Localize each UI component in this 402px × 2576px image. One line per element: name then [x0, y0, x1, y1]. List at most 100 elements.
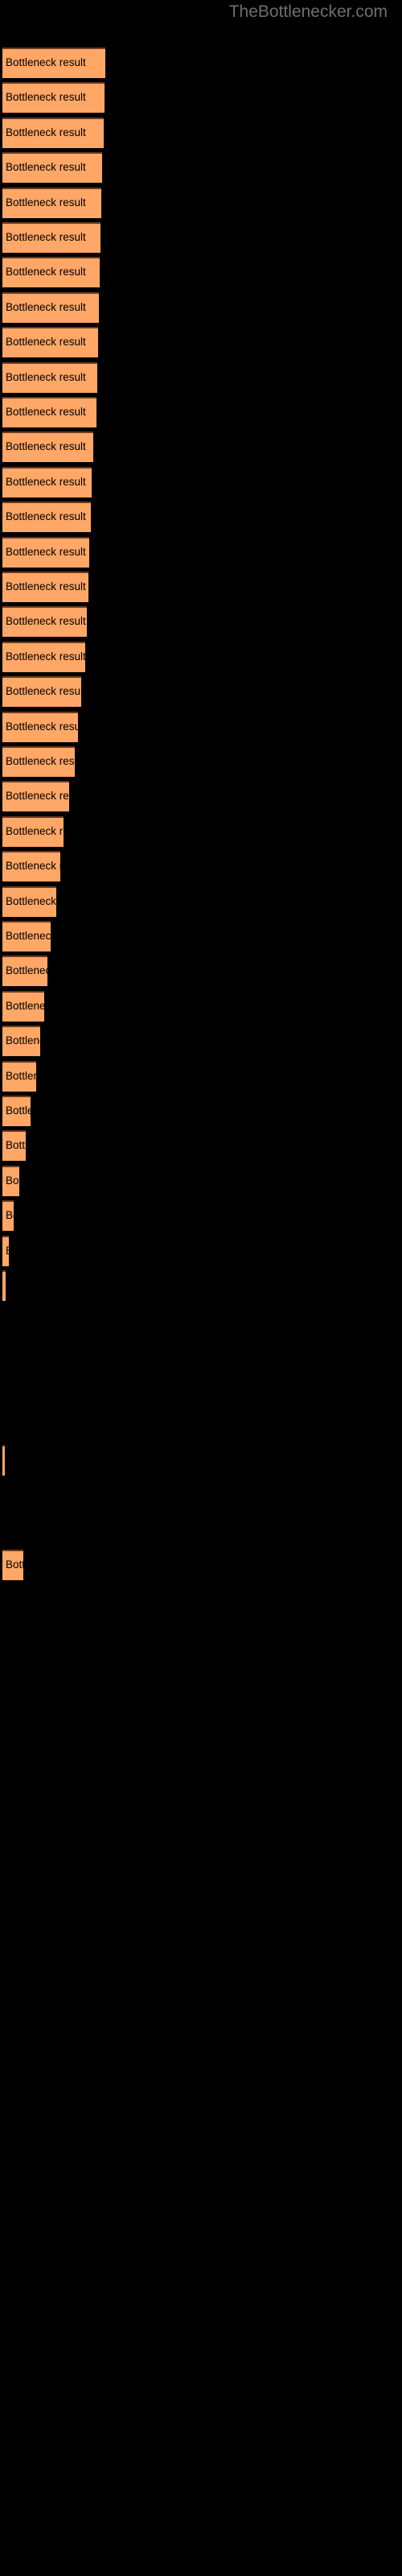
bar-label-clip: Bottleneck result [2, 1130, 26, 1161]
bar-label-clip: Bottleneck result [2, 956, 47, 986]
chart-bars-layer: Bottleneck result Bottleneck result Bottle… [0, 0, 402, 2576]
bar-label-clip: Bottleneck result [2, 431, 93, 462]
bar-row[interactable]: Bottleneck result [2, 956, 47, 986]
bar-row[interactable] [2, 1305, 3, 1335]
bar-row[interactable]: Bottleneck result [2, 397, 96, 427]
bar-row[interactable]: Bottleneck result [2, 1236, 9, 1266]
bar-row[interactable]: Bottleneck result [2, 467, 92, 497]
bar-row[interactable]: Bottleneck result [2, 222, 100, 253]
bar-row[interactable]: Bottleneck result [2, 362, 97, 393]
bar-row[interactable]: Bottleneck result [2, 82, 105, 113]
bar-label-clip: Bottleneck result [2, 397, 96, 427]
bar-row[interactable]: Bottleneck result [2, 188, 101, 218]
bar-row[interactable]: Bottleneck result [2, 47, 105, 78]
bar-label: Bottleneck result [6, 895, 56, 907]
bar-row[interactable] [2, 1480, 3, 1510]
bar-label: Bottleneck result [6, 126, 86, 138]
bar-row[interactable] [2, 1934, 3, 1965]
bar-label-clip: Bottleneck result [2, 82, 105, 113]
bar-label: Bottleneck result [6, 1174, 19, 1187]
bar-row[interactable]: Bottleneck result [2, 886, 56, 917]
bar-label: Bottleneck result [6, 56, 86, 68]
bar-row[interactable]: Bottleneck result [2, 816, 64, 847]
bar-label: Bottleneck result [6, 1000, 44, 1012]
bar-row[interactable] [2, 1899, 3, 1930]
bar-row[interactable] [2, 1340, 3, 1371]
bar-row[interactable]: Bottleneck result [2, 921, 51, 952]
bar-row[interactable]: Bottleneck result [2, 642, 85, 672]
bar-row[interactable] [2, 1515, 3, 1546]
bar-row[interactable]: Bottleneck result [2, 1550, 23, 1580]
bar-row[interactable] [2, 1724, 3, 1755]
bar-row[interactable]: Bottleneck result [2, 537, 89, 568]
bar-row[interactable] [2, 1969, 3, 2000]
bar-label-clip: Bottleneck result [2, 1550, 23, 1580]
bar-row[interactable] [2, 2004, 3, 2034]
bar-label-clip: Bottleneck result [2, 152, 102, 183]
bar-row[interactable] [2, 1410, 3, 1441]
bar-row[interactable]: Bottleneck result [2, 502, 91, 532]
bar-row[interactable]: Bottleneck result [2, 1445, 5, 1476]
bar-label-clip: Bottleneck result [2, 118, 104, 148]
bar-label-clip: Bottleneck result [2, 816, 64, 847]
bar-row[interactable]: Bottleneck result [2, 431, 93, 462]
bar-label-clip: Bottleneck result [2, 606, 87, 637]
bar-row[interactable]: Bottleneck result [2, 118, 104, 148]
bar-label: Bottleneck result [6, 825, 64, 837]
bar-label: Bottleneck result [6, 755, 75, 767]
bar-row[interactable]: Bottleneck result [2, 781, 69, 811]
bottleneck-bar-chart: TheBottlenecker.com Bottleneck result Bot… [0, 0, 402, 2576]
bar-row[interactable]: Bottleneck result [2, 746, 75, 777]
bar-label-clip: Bottleneck result [2, 991, 44, 1022]
bar-row[interactable]: Bottleneck result [2, 292, 99, 323]
bar-row[interactable]: Bottleneck result [2, 712, 78, 742]
bar-row[interactable] [2, 1794, 3, 1825]
bar-row[interactable]: Bottleneck result [2, 1026, 40, 1056]
bar-label-clip: Bottleneck result [2, 1200, 14, 1231]
bar-label-clip: Bottleneck result [2, 1096, 31, 1126]
bar-label: Bottleneck result [6, 91, 86, 103]
bar-row[interactable]: Bottleneck result [2, 572, 88, 602]
bar-label-clip: Bottleneck result [2, 851, 60, 881]
bar-row[interactable] [2, 1760, 3, 1790]
bar-label: Bottleneck result [6, 685, 81, 697]
bar-label: Bottleneck result [6, 1139, 26, 1151]
bar-row[interactable]: Bottleneck result [2, 851, 60, 881]
bar-label-clip: Bottleneck result [2, 362, 97, 393]
bar-label: Bottleneck result [6, 720, 78, 733]
bar-label: Bottleneck result [6, 301, 86, 313]
bar-row[interactable] [2, 1690, 3, 1720]
bar-row[interactable]: Bottleneck result [2, 676, 81, 707]
bar-row[interactable] [2, 1585, 3, 1616]
bar-label-clip: Bottleneck result [2, 676, 81, 707]
bar-label-clip: Bottleneck result [2, 642, 85, 672]
bar-row[interactable] [2, 1864, 3, 1895]
bar-label-clip: Bottleneck result [2, 327, 98, 357]
bar-label: Bottleneck result [6, 476, 86, 488]
bar-row[interactable]: Bottleneck result [2, 606, 87, 637]
bar-label: Bottleneck result [6, 406, 86, 418]
bar-row[interactable]: Bottleneck result [2, 1130, 26, 1161]
bar-label-clip: Bottleneck result [2, 467, 92, 497]
bar-label: Bottleneck result [6, 860, 60, 872]
bar-label-clip: Bottleneck result [2, 222, 100, 253]
bar-row[interactable]: Bottleneck result [2, 1061, 36, 1092]
bar-row[interactable]: Bottleneck result [2, 1166, 19, 1196]
bar-row[interactable]: Bottleneck result [2, 991, 44, 1022]
bar-row[interactable]: Bottleneck result [2, 1200, 14, 1231]
bar-label: Bottleneck result [6, 1070, 36, 1082]
bar-label: Bottleneck result [6, 580, 86, 592]
bar-label-clip: Bottleneck result [2, 1026, 40, 1056]
bar-label: Bottleneck result [6, 546, 86, 558]
bar-row[interactable] [2, 1620, 3, 1650]
bar-row[interactable] [2, 1654, 3, 1685]
bar-label: Bottleneck result [6, 1034, 40, 1046]
bar-row[interactable]: Bottleneck result [2, 1096, 31, 1126]
bar-row[interactable]: Bottleneck result [2, 257, 100, 287]
bar-row[interactable]: Bottleneck result [2, 1270, 6, 1301]
bar-row[interactable]: Bottleneck result [2, 327, 98, 357]
bar-row[interactable]: Bottleneck result [2, 152, 102, 183]
bar-row[interactable] [2, 1375, 3, 1406]
bar-label-clip: Bottleneck result [2, 188, 101, 218]
bar-row[interactable] [2, 1829, 3, 1860]
